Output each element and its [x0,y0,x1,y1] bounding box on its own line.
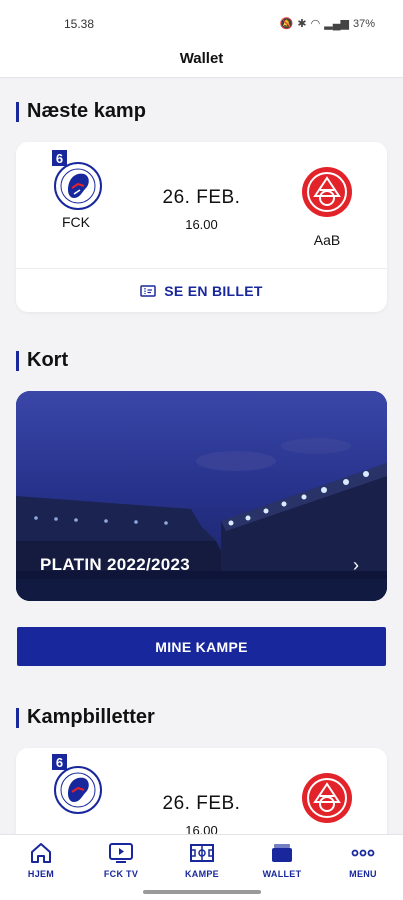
battery-text: 37% [352,17,375,30]
aab-crest-icon [301,772,353,824]
see-ticket-label: SE EN BILLET [164,282,263,299]
svg-text:6: 6 [56,755,63,770]
nav-menu-label: MENU [349,869,377,879]
ticket-icon [140,284,156,297]
mute-icon: 🔕 [279,18,294,30]
season-card[interactable]: PLATIN 2022/2023 › [16,391,387,601]
section-accent-bar [16,350,19,371]
section-title-text: Næste kamp [27,100,146,122]
section-next-match-title: Næste kamp [16,100,146,123]
fck-crest-icon: 6 [46,150,106,210]
chevron-right-icon: › [353,555,359,575]
home-team: 6 FCK [36,150,116,230]
section-match-tickets-title: Kampbilletter [16,706,155,729]
nav-matches[interactable]: KAMPE [167,841,237,879]
away-team-name: AaB [313,232,341,248]
my-matches-button[interactable]: MINE KAMPE [17,627,386,666]
pitch-icon [190,844,214,862]
nav-tv[interactable]: FCK TV [86,841,156,879]
section-title-text: Kampbilletter [27,706,155,728]
svg-text:6: 6 [56,151,63,166]
next-match-card[interactable]: 6 FCK 26. FEB. 16.00 AaB SE EN BILLET [16,142,387,312]
nav-wallet-label: WALLET [262,869,302,879]
status-time: 15.38 [64,17,95,31]
section-cards-title: Kort [16,349,68,372]
home-icon [31,843,51,863]
away-team [287,772,367,824]
away-team: AaB [287,166,367,248]
page-title: Wallet [0,44,403,78]
section-accent-bar [16,707,19,728]
season-card-label: PLATIN 2022/2023 [40,555,191,574]
wallet-icon [272,844,292,862]
aab-crest-icon [301,166,353,218]
tv-icon [109,843,133,863]
wifi-icon: ◠ [310,18,321,30]
nav-wallet[interactable]: WALLET [247,841,317,879]
bluetooth-icon: ✱ [297,18,307,30]
section-accent-bar [16,101,19,122]
section-title-text: Kort [27,349,69,371]
signal-icon: ▂▄▆ [324,18,349,30]
status-icons: 🔕 ✱ ◠ ▂▄▆ 37% [279,17,375,31]
see-ticket-button[interactable]: SE EN BILLET [16,268,387,312]
home-team-name: FCK [62,214,90,230]
fck-crest-icon: 6 [46,754,106,814]
home-team: 6 [36,754,116,814]
more-icon [351,849,375,857]
nav-menu[interactable]: MENU [328,841,398,879]
status-bar: 15.38 🔕 ✱ ◠ ▂▄▆ 37% [0,0,403,44]
nav-matches-label: KAMPE [184,869,219,879]
nav-home-label: HJEM [27,869,55,879]
home-indicator[interactable] [143,890,261,894]
nav-tv-label: FCK TV [103,869,139,879]
nav-home[interactable]: HJEM [6,841,76,879]
